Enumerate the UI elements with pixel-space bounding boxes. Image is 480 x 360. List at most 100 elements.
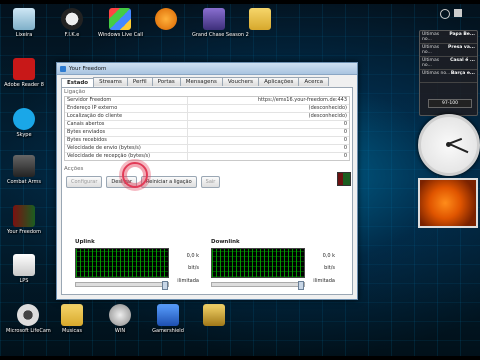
- tab-streams[interactable]: Streams: [93, 77, 128, 86]
- desktop-icon-label: Combat Arms: [6, 179, 42, 185]
- skull-icon: [61, 8, 83, 30]
- feed-headline: Papa Be...: [449, 32, 475, 37]
- radio-station: 97-100: [442, 101, 458, 106]
- click-highlight: [122, 162, 148, 188]
- feed-item[interactable]: Presa va... Últimas no...: [420, 44, 477, 57]
- slideshow-gadget[interactable]: [418, 178, 478, 228]
- windows-live-call-shortcut[interactable]: Windows Live Call: [98, 8, 143, 38]
- lps-shortcut[interactable]: LPS: [2, 254, 46, 284]
- table-row: Canais abertos 0: [65, 121, 349, 129]
- row-key: Velocidade de recepção (bytes/s): [65, 153, 188, 160]
- uplink-graph: [75, 248, 169, 278]
- window-titlebar[interactable]: Your Freedom: [57, 63, 357, 75]
- exit-button[interactable]: Sair: [200, 176, 221, 188]
- connection-table: Servidor Freedom https://ems16.your-freed…: [64, 96, 350, 161]
- downlink-unit: bit/s: [324, 265, 335, 271]
- tab-vouchers[interactable]: Vouchers: [221, 77, 260, 86]
- downlink-title: Downlink: [211, 239, 240, 245]
- actions-bar: Configurar Desligar Reiniciar a ligação …: [66, 176, 348, 188]
- slider-handle[interactable]: [162, 281, 168, 290]
- row-value: 0: [343, 153, 347, 159]
- feed-item[interactable]: Barça e... Últimas no...: [420, 70, 477, 83]
- feed-source: Últimas no...: [422, 45, 440, 55]
- tab-acerca[interactable]: Acerca: [298, 77, 330, 86]
- tab-bar: Estado Streams Perfil Portas Mensagens V…: [57, 75, 357, 87]
- recycle-bin-icon: [13, 8, 35, 30]
- adobe-reader-shortcut[interactable]: Adobe Reader 8: [2, 58, 46, 88]
- musicas-shortcut[interactable]: Musicas: [50, 304, 94, 334]
- downlink-limit-slider[interactable]: [211, 281, 305, 290]
- radio-gadget[interactable]: 97-100: [428, 99, 472, 108]
- windows-live-icon: [109, 8, 131, 30]
- win-shortcut[interactable]: WIN: [98, 304, 142, 334]
- table-row: Bytes recebidos 0: [65, 137, 349, 145]
- row-value: 0: [343, 129, 347, 135]
- skype-icon: [13, 108, 35, 130]
- document-icon: [13, 254, 35, 276]
- lifecam-shortcut[interactable]: Microsoft LifeCam: [6, 304, 51, 334]
- row-value: 0: [343, 137, 347, 143]
- table-row: Velocidade de envio (bytes/s) 0: [65, 145, 349, 153]
- desktop-icon-label: WIN: [114, 328, 126, 334]
- letterbox-bottom: [0, 356, 480, 360]
- gadget-settings-icon[interactable]: [440, 9, 450, 19]
- recycle-bin-shortcut[interactable]: Lixeira: [2, 8, 46, 38]
- table-row: Endereço IP externo (desconhecido): [65, 105, 349, 113]
- your-freedom-shortcut[interactable]: Your Freedom: [2, 205, 46, 235]
- row-key: Endereço IP externo: [65, 105, 188, 112]
- feed-source: Últimas no...: [422, 58, 440, 68]
- gamershield-shortcut[interactable]: Gamershield: [146, 304, 190, 334]
- combat-arms-icon: [13, 155, 35, 177]
- folder-shortcut[interactable]: [238, 8, 282, 32]
- combat-arms-shortcut[interactable]: Combat Arms: [2, 155, 46, 185]
- feed-source: Últimas no...: [422, 32, 440, 42]
- downlink-graph: [211, 248, 305, 278]
- your-freedom-icon: [13, 205, 35, 227]
- row-value: 0: [343, 145, 347, 151]
- configure-button[interactable]: Configurar: [66, 176, 103, 188]
- uplink-limit-slider[interactable]: [75, 281, 169, 290]
- downlink-rate: 0,0 k: [322, 253, 335, 259]
- desktop-icon-label: F.I.K.e: [64, 32, 80, 38]
- tab-aplicacoes[interactable]: Aplicações: [258, 77, 300, 86]
- reconnect-button[interactable]: Reiniciar a ligação: [141, 176, 197, 188]
- uplink-limit: ilimitada: [177, 278, 199, 284]
- skype-shortcut[interactable]: Skype: [2, 108, 46, 138]
- downlink-limit: ilimitada: [313, 278, 335, 284]
- actions-section-title: Acções: [64, 166, 84, 172]
- fike-shortcut[interactable]: F.I.K.e: [50, 8, 94, 38]
- tab-mensagens[interactable]: Mensagens: [179, 77, 223, 86]
- row-value: (desconhecido): [308, 113, 347, 119]
- feed-item[interactable]: Casal é ... Últimas no...: [420, 57, 477, 70]
- slider-handle[interactable]: [298, 281, 304, 290]
- clock-center: [446, 142, 451, 147]
- your-freedom-window: Your Freedom Estado Streams Perfil Porta…: [56, 62, 358, 300]
- row-key: Canais abertos: [65, 121, 188, 128]
- table-row: Servidor Freedom https://ems16.your-freed…: [65, 97, 349, 105]
- feed-item[interactable]: Papa Be... Últimas no...: [420, 31, 477, 44]
- webcam-icon: [17, 304, 39, 326]
- row-key: Localização do cliente: [65, 113, 188, 120]
- desktop-icon-label: LPS: [19, 278, 29, 284]
- tab-portas[interactable]: Portas: [151, 77, 181, 86]
- desktop-icon-label: Adobe Reader 8: [4, 82, 44, 88]
- gadget-toolbar: [440, 6, 472, 20]
- clock-minute-hand: [448, 143, 469, 154]
- gadget-add-icon[interactable]: [454, 9, 462, 17]
- uplink-rate: 0,0 k: [186, 253, 199, 259]
- row-key: Velocidade de envio (bytes/s): [65, 145, 188, 152]
- row-value: (desconhecido): [308, 105, 347, 111]
- grand-chase-shortcut[interactable]: Grand Chase Season 2: [192, 8, 249, 38]
- table-row: Bytes enviados 0: [65, 129, 349, 137]
- pumpkin-shortcut[interactable]: [144, 8, 188, 32]
- desktop-icon-label: Gamershield: [152, 328, 184, 334]
- row-value: https://ems16.your-freedom.de:443: [257, 97, 347, 103]
- desktop-icon-label: Lixeira: [15, 32, 33, 38]
- app-shortcut[interactable]: [192, 304, 236, 328]
- tab-estado[interactable]: Estado: [61, 78, 95, 87]
- desktop-icon-label: Grand Chase Season 2: [192, 32, 249, 38]
- music-folder-icon: [61, 304, 83, 326]
- window-title: Your Freedom: [69, 65, 107, 72]
- desktop: Lixeira F.I.K.e Windows Live Call Grand …: [0, 0, 480, 360]
- tab-perfil[interactable]: Perfil: [126, 77, 153, 86]
